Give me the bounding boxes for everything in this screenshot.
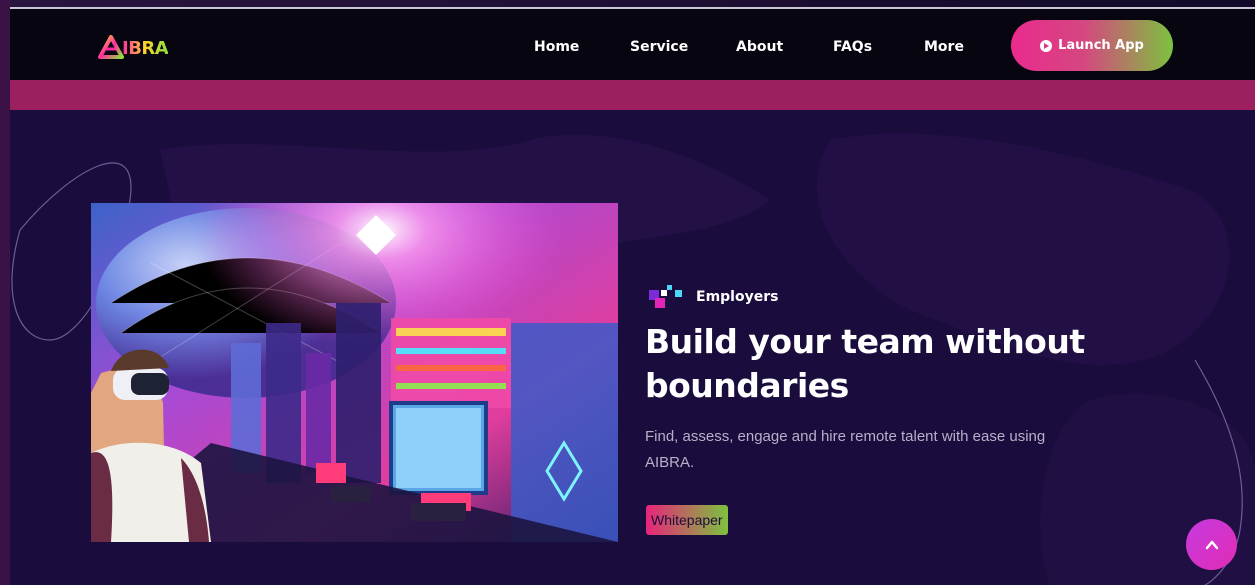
hero-section: Employers Build your team without bounda…: [10, 110, 1255, 585]
scroll-to-top-button[interactable]: [1186, 519, 1237, 570]
play-circle-icon: [1040, 39, 1053, 52]
nav-home[interactable]: Home: [534, 39, 579, 55]
logo-triangle-icon: [98, 35, 124, 59]
chevron-up-icon: [1205, 540, 1218, 549]
top-border: [10, 0, 1255, 9]
hero-image: [91, 203, 618, 542]
page-edge-strip: [0, 0, 10, 585]
nav-faqs[interactable]: FAQs: [833, 39, 872, 55]
pixel-squares-icon: [649, 285, 682, 308]
launch-app-button[interactable]: Launch App: [1011, 20, 1173, 71]
header-band: [10, 80, 1255, 110]
nav-more[interactable]: More: [924, 39, 964, 55]
eyebrow: Employers: [647, 282, 778, 312]
eyebrow-label: Employers: [696, 289, 779, 305]
nav-service[interactable]: Service: [630, 39, 688, 55]
logo[interactable]: IBRA: [98, 33, 169, 63]
hero-description: Find, assess, engage and hire remote tal…: [645, 428, 1046, 471]
nav-about[interactable]: About: [736, 39, 783, 55]
navbar: IBRA Home Service About FAQs More Launch…: [10, 9, 1255, 80]
launch-app-label: Launch App: [1058, 38, 1144, 53]
whitepaper-button[interactable]: Whitepaper: [646, 505, 728, 535]
logo-text: IBRA: [122, 37, 169, 59]
hero-headline: Build your team without boundaries: [645, 322, 1085, 405]
